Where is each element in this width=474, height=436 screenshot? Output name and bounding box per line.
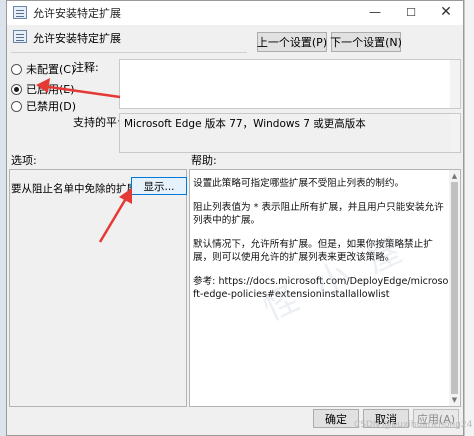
close-button[interactable]: ✕: [429, 1, 463, 23]
help-scroll-thumb[interactable]: [451, 182, 458, 394]
radio-label: 已启用(E): [26, 83, 75, 96]
supported-platforms-field: Microsoft Edge 版本 77，Windows 7 或更高版本: [119, 113, 461, 153]
radio-label: 已禁用(D): [26, 100, 77, 113]
radio-circle[interactable]: [11, 83, 22, 95]
radio-label: 未配置(C): [26, 63, 76, 76]
background-window-strip-right: [464, 0, 474, 436]
title-bar: 允许安装特定扩展 — ☐ ✕: [7, 1, 463, 25]
maximize-button[interactable]: ☐: [393, 1, 429, 23]
comment-label: 注释:: [73, 61, 99, 74]
window-title: 允许安装特定扩展: [33, 7, 121, 20]
minimize-button[interactable]: —: [357, 1, 393, 23]
options-section-label: 选项:: [11, 154, 37, 167]
comment-textarea[interactable]: [119, 59, 461, 109]
scroll-down-arrow-icon[interactable]: ▼: [449, 395, 460, 405]
header-divider: [11, 52, 247, 53]
radio-circle[interactable]: [11, 63, 22, 75]
policy-settings-icon: [13, 6, 27, 19]
radio-not-configured[interactable]: 未配置(C): [11, 61, 75, 77]
supported-scrollbar[interactable]: [450, 114, 460, 152]
next-setting-button[interactable]: 下一个设置(N): [330, 32, 402, 52]
help-section-label: 帮助:: [191, 154, 217, 167]
help-paragraph: 设置此策略可指定哪些扩展不受阻止列表的制约。: [193, 178, 405, 189]
radio-enabled[interactable]: 已启用(E): [11, 81, 75, 97]
comment-scrollbar[interactable]: [450, 60, 460, 108]
radio-circle[interactable]: [11, 100, 22, 112]
options-panel: [9, 169, 187, 407]
radio-disabled[interactable]: 已禁用(D): [11, 98, 76, 114]
help-paragraph: 阻止列表值为 * 表示阻止所有扩展，并且用户只能安装允许列表中的扩展。: [193, 202, 444, 226]
policy-title: 允许安装特定扩展: [33, 32, 121, 45]
previous-setting-button[interactable]: 上一个设置(P): [257, 32, 327, 52]
show-list-button[interactable]: 显示...: [131, 177, 187, 195]
policy-settings-icon: [13, 30, 27, 43]
policy-dialog: 允许安装特定扩展 — ☐ ✕ 允许安装特定扩展 上一个设置(P) 下一个设置(N…: [6, 0, 464, 436]
scroll-up-arrow-icon[interactable]: ▲: [449, 171, 460, 181]
ok-button[interactable]: 确定: [313, 409, 359, 428]
csdn-watermark: CSDN @buxihuanchong24: [354, 420, 473, 430]
